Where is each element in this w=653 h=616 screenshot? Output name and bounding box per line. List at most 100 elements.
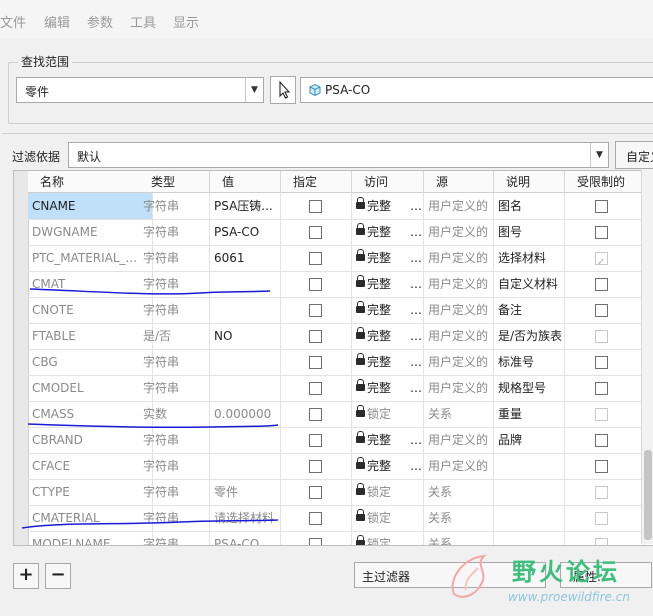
- designate-cell[interactable]: [281, 531, 352, 545]
- remove-parameter-button[interactable]: −: [45, 563, 71, 589]
- param-source-cell[interactable]: 用户定义的: [424, 297, 494, 323]
- restricted-cell[interactable]: [565, 505, 644, 531]
- restricted-checkbox[interactable]: [595, 278, 608, 291]
- table-row[interactable]: CMASS 实数 0.000000 锁定 关系 重量: [28, 401, 653, 428]
- param-value-cell[interactable]: PSA压铸...: [210, 193, 281, 219]
- restricted-cell[interactable]: [565, 245, 644, 271]
- access-cell[interactable]: 锁定: [352, 505, 424, 531]
- restricted-cell[interactable]: [565, 193, 644, 219]
- column-header-value[interactable]: 值: [210, 171, 281, 193]
- param-type-cell[interactable]: 字符串: [139, 349, 210, 375]
- param-value-cell[interactable]: PSA-CO: [210, 531, 281, 545]
- param-value-cell[interactable]: 6061: [210, 245, 281, 271]
- param-name-cell[interactable]: CTYPE: [28, 479, 153, 505]
- param-name-cell[interactable]: CMATERIAL: [28, 505, 153, 531]
- param-name-cell[interactable]: PTC_MATERIAL_...: [28, 245, 153, 271]
- designate-checkbox[interactable]: [309, 304, 322, 317]
- filter-select[interactable]: 默认 ▼: [68, 142, 609, 168]
- param-description-cell[interactable]: 规格型号: [494, 375, 565, 401]
- param-description-cell[interactable]: [494, 505, 565, 531]
- table-scrollbar[interactable]: [641, 170, 653, 544]
- restricted-cell[interactable]: [565, 479, 644, 505]
- access-cell[interactable]: 完整…: [352, 427, 424, 453]
- designate-cell[interactable]: [281, 453, 352, 479]
- restricted-checkbox[interactable]: [595, 382, 608, 395]
- designate-checkbox[interactable]: [309, 252, 322, 265]
- param-value-cell[interactable]: NO: [210, 323, 281, 349]
- access-cell[interactable]: 完整…: [352, 323, 424, 349]
- param-source-cell[interactable]: 关系: [424, 401, 494, 427]
- param-source-cell[interactable]: 用户定义的: [424, 453, 494, 479]
- param-description-cell[interactable]: 图名: [494, 193, 565, 219]
- customize-button[interactable]: 自定义: [615, 141, 653, 169]
- param-source-cell[interactable]: 用户定义的: [424, 349, 494, 375]
- param-type-cell[interactable]: 实数: [139, 401, 210, 427]
- restricted-checkbox[interactable]: [595, 434, 608, 447]
- select-model-button[interactable]: [270, 76, 296, 104]
- table-row[interactable]: CBRAND 字符串 完整 … 用户定义的 品牌: [28, 427, 653, 454]
- restricted-cell[interactable]: [565, 271, 644, 297]
- access-more-icon[interactable]: …: [410, 349, 422, 375]
- access-cell[interactable]: 完整…: [352, 349, 424, 375]
- param-description-cell[interactable]: [494, 453, 565, 479]
- chevron-down-icon[interactable]: ▼: [590, 143, 608, 167]
- designate-checkbox[interactable]: [309, 538, 322, 545]
- designate-checkbox[interactable]: [309, 356, 322, 369]
- model-field[interactable]: PSA-CO: [300, 77, 653, 103]
- param-name-cell[interactable]: MODELNAME: [28, 531, 153, 545]
- param-type-cell[interactable]: 字符串: [139, 193, 210, 219]
- param-value-cell[interactable]: 0.000000: [210, 401, 281, 427]
- designate-checkbox[interactable]: [309, 512, 322, 525]
- restricted-checkbox[interactable]: [595, 460, 608, 473]
- param-name-cell[interactable]: FTABLE: [28, 323, 153, 349]
- restricted-checkbox[interactable]: [595, 200, 608, 213]
- chevron-down-icon[interactable]: ▼: [245, 78, 263, 102]
- param-value-cell[interactable]: [210, 297, 281, 323]
- param-type-cell[interactable]: 字符串: [139, 479, 210, 505]
- access-more-icon[interactable]: …: [410, 193, 422, 219]
- designate-cell[interactable]: [281, 297, 352, 323]
- param-source-cell[interactable]: 关系: [424, 531, 494, 545]
- menu-tools[interactable]: 工具: [130, 12, 156, 31]
- param-source-cell[interactable]: 用户定义的: [424, 219, 494, 245]
- designate-cell[interactable]: [281, 375, 352, 401]
- restricted-cell[interactable]: [565, 349, 644, 375]
- designate-checkbox[interactable]: [309, 330, 322, 343]
- access-more-icon[interactable]: …: [410, 219, 422, 245]
- designate-cell[interactable]: [281, 427, 352, 453]
- table-row[interactable]: CMODEL 字符串 完整 … 用户定义的 规格型号: [28, 375, 653, 402]
- designate-checkbox[interactable]: [309, 382, 322, 395]
- designate-checkbox[interactable]: [309, 278, 322, 291]
- restricted-cell[interactable]: [565, 453, 644, 479]
- designate-cell[interactable]: [281, 271, 352, 297]
- restricted-checkbox[interactable]: [595, 304, 608, 317]
- table-row[interactable]: CTYPE 字符串 零件 锁定 关系: [28, 479, 653, 506]
- param-value-cell[interactable]: 请选择材料: [210, 505, 281, 531]
- restricted-checkbox[interactable]: [595, 356, 608, 369]
- access-cell[interactable]: 完整…: [352, 245, 424, 271]
- designate-cell[interactable]: [281, 505, 352, 531]
- designate-cell[interactable]: [281, 401, 352, 427]
- table-row[interactable]: CMAT 字符串 完整 … 用户定义的 自定义材料: [28, 271, 653, 298]
- add-parameter-button[interactable]: +: [13, 563, 39, 589]
- param-name-cell[interactable]: CMODEL: [28, 375, 153, 401]
- param-name-cell[interactable]: CBG: [28, 349, 153, 375]
- access-cell[interactable]: 完整…: [352, 219, 424, 245]
- param-name-cell[interactable]: CMAT: [28, 271, 153, 297]
- param-source-cell[interactable]: 用户定义的: [424, 323, 494, 349]
- designate-cell[interactable]: [281, 193, 352, 219]
- param-name-cell[interactable]: CNOTE: [28, 297, 153, 323]
- param-source-cell[interactable]: 用户定义的: [424, 427, 494, 453]
- access-more-icon[interactable]: …: [410, 271, 422, 297]
- param-source-cell[interactable]: 用户定义的: [424, 245, 494, 271]
- column-header-access[interactable]: 访问: [352, 171, 424, 193]
- designate-checkbox[interactable]: [309, 226, 322, 239]
- table-row[interactable]: DWGNAME 字符串 PSA-CO 完整 … 用户定义的 图号: [28, 219, 653, 246]
- param-description-cell[interactable]: [494, 531, 565, 545]
- param-source-cell[interactable]: 关系: [424, 505, 494, 531]
- menu-edit[interactable]: 编辑: [44, 12, 70, 31]
- table-row[interactable]: PTC_MATERIAL_... 字符串 6061 完整 … 用户定义的 选择材料: [28, 245, 653, 272]
- restricted-cell[interactable]: [565, 297, 644, 323]
- param-value-cell[interactable]: [210, 271, 281, 297]
- menu-file[interactable]: 文件: [0, 12, 26, 31]
